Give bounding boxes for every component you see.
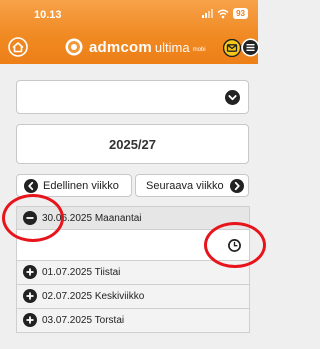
app-logo: admcom ultima mobi bbox=[65, 38, 206, 56]
edition-label: mobi bbox=[192, 47, 206, 53]
day-row-thursday[interactable]: 03.07.2025 Torstai bbox=[16, 309, 250, 333]
status-time: 10.13 bbox=[34, 9, 62, 21]
product-name: ultima bbox=[154, 39, 190, 55]
expand-icon[interactable] bbox=[23, 313, 37, 327]
next-week-button[interactable]: Seuraava viikko bbox=[135, 174, 249, 197]
signal-icon bbox=[202, 9, 214, 18]
status-bar: 10.13 93 bbox=[0, 0, 258, 26]
status-indicators: 93 bbox=[202, 8, 248, 19]
day-label: 03.07.2025 Torstai bbox=[42, 315, 125, 326]
chevron-left-icon bbox=[24, 179, 38, 193]
app-header: admcom ultima mobi bbox=[0, 34, 260, 62]
next-week-label: Seuraava viikko bbox=[146, 180, 224, 192]
day-row-tuesday[interactable]: 01.07.2025 Tiistai bbox=[16, 261, 250, 285]
expand-icon[interactable] bbox=[23, 289, 37, 303]
expand-icon[interactable] bbox=[23, 265, 37, 279]
week-number: 2025/27 bbox=[109, 137, 156, 152]
brand-name: admcom bbox=[89, 38, 152, 56]
home-icon[interactable] bbox=[8, 37, 28, 57]
day-label: 01.07.2025 Tiistai bbox=[42, 267, 121, 278]
mail-icon[interactable] bbox=[223, 39, 241, 57]
app-top-bar: 10.13 93 admcom ultima mobi bbox=[0, 0, 260, 64]
day-row-wednesday[interactable]: 02.07.2025 Keskiviikko bbox=[16, 285, 250, 309]
wifi-icon bbox=[217, 9, 229, 18]
annotation-circle bbox=[204, 222, 266, 268]
company-select[interactable] bbox=[16, 80, 249, 114]
battery-icon: 93 bbox=[233, 8, 248, 19]
annotation-circle bbox=[2, 194, 64, 242]
chevron-right-icon bbox=[230, 179, 244, 193]
day-label: 02.07.2025 Keskiviikko bbox=[42, 291, 145, 302]
week-display: 2025/27 bbox=[16, 124, 249, 164]
chevron-down-icon bbox=[225, 90, 240, 105]
menu-icon[interactable] bbox=[241, 38, 260, 57]
admcom-logo-icon bbox=[65, 38, 83, 56]
previous-week-label: Edellinen viikko bbox=[43, 180, 119, 192]
